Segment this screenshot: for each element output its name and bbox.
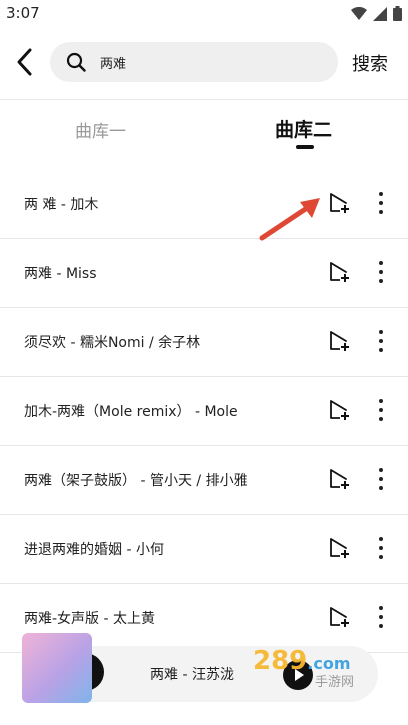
wifi-icon bbox=[351, 6, 367, 20]
song-row[interactable]: 加木-两难（Mole remix） - Mole bbox=[0, 377, 408, 446]
more-options-button[interactable] bbox=[372, 399, 390, 421]
song-row[interactable]: 须尽欢 - 糯米Nomi / 余子林 bbox=[0, 308, 408, 377]
battery-icon bbox=[393, 6, 402, 21]
add-to-playlist-icon[interactable] bbox=[329, 192, 351, 214]
signal-icon bbox=[373, 6, 387, 21]
watermark-site: 手游网 bbox=[315, 675, 355, 690]
library-tabs: 曲库一 曲库二 bbox=[0, 100, 408, 170]
more-options-button[interactable] bbox=[372, 606, 390, 628]
more-options-button[interactable] bbox=[372, 468, 390, 490]
more-options-button[interactable] bbox=[372, 330, 390, 352]
top-bar: 两难 搜索 bbox=[0, 28, 408, 98]
song-row[interactable]: 两 难 - 加木 bbox=[0, 170, 408, 239]
search-input[interactable]: 两难 bbox=[100, 53, 126, 72]
album-cover[interactable] bbox=[22, 633, 92, 703]
song-title: 须尽欢 - 糯米Nomi / 余子林 bbox=[24, 335, 201, 351]
back-button[interactable] bbox=[10, 46, 38, 78]
status-bar: 3:07 bbox=[0, 0, 408, 28]
search-icon bbox=[66, 52, 86, 72]
song-title: 进退两难的婚姻 - 小何 bbox=[24, 542, 164, 558]
add-to-playlist-icon[interactable] bbox=[329, 330, 351, 352]
add-to-playlist-icon[interactable] bbox=[329, 606, 351, 628]
tab-active-indicator bbox=[296, 145, 314, 149]
song-title: 两难 - Miss bbox=[24, 266, 97, 282]
song-title: 两难-女声版 - 太上黄 bbox=[24, 611, 156, 627]
red-arrow-annotation bbox=[259, 198, 320, 241]
search-box[interactable]: 两难 bbox=[50, 42, 338, 82]
tab-library-2[interactable]: 曲库二 bbox=[275, 115, 332, 142]
more-options-button[interactable] bbox=[372, 192, 390, 214]
song-row[interactable]: 两难（架子鼓版） - 管小天 / 排小雅 bbox=[0, 446, 408, 515]
more-options-button[interactable] bbox=[372, 537, 390, 559]
add-to-playlist-icon[interactable] bbox=[329, 468, 351, 490]
add-to-playlist-icon[interactable] bbox=[329, 261, 351, 283]
add-to-playlist-icon[interactable] bbox=[329, 537, 351, 559]
back-arrow-icon bbox=[17, 48, 32, 76]
more-options-button[interactable] bbox=[372, 261, 390, 283]
add-to-playlist-icon[interactable] bbox=[329, 399, 351, 421]
song-row[interactable]: 两难 - Miss bbox=[0, 239, 408, 308]
song-row[interactable]: 进退两难的婚姻 - 小何 bbox=[0, 515, 408, 584]
song-title: 加木-两难（Mole remix） - Mole bbox=[24, 404, 238, 420]
tab-library-1[interactable]: 曲库一 bbox=[75, 117, 126, 142]
search-button[interactable]: 搜索 bbox=[352, 50, 388, 76]
mini-player[interactable]: 两难 - 汪苏泷 289.com 手游网 bbox=[0, 633, 408, 725]
status-time: 3:07 bbox=[6, 4, 40, 22]
song-title: 两 难 - 加木 bbox=[24, 197, 99, 213]
now-playing-title: 两难 - 汪苏泷 bbox=[150, 667, 234, 683]
song-title: 两难（架子鼓版） - 管小天 / 排小雅 bbox=[24, 473, 248, 489]
status-icons bbox=[351, 6, 402, 21]
